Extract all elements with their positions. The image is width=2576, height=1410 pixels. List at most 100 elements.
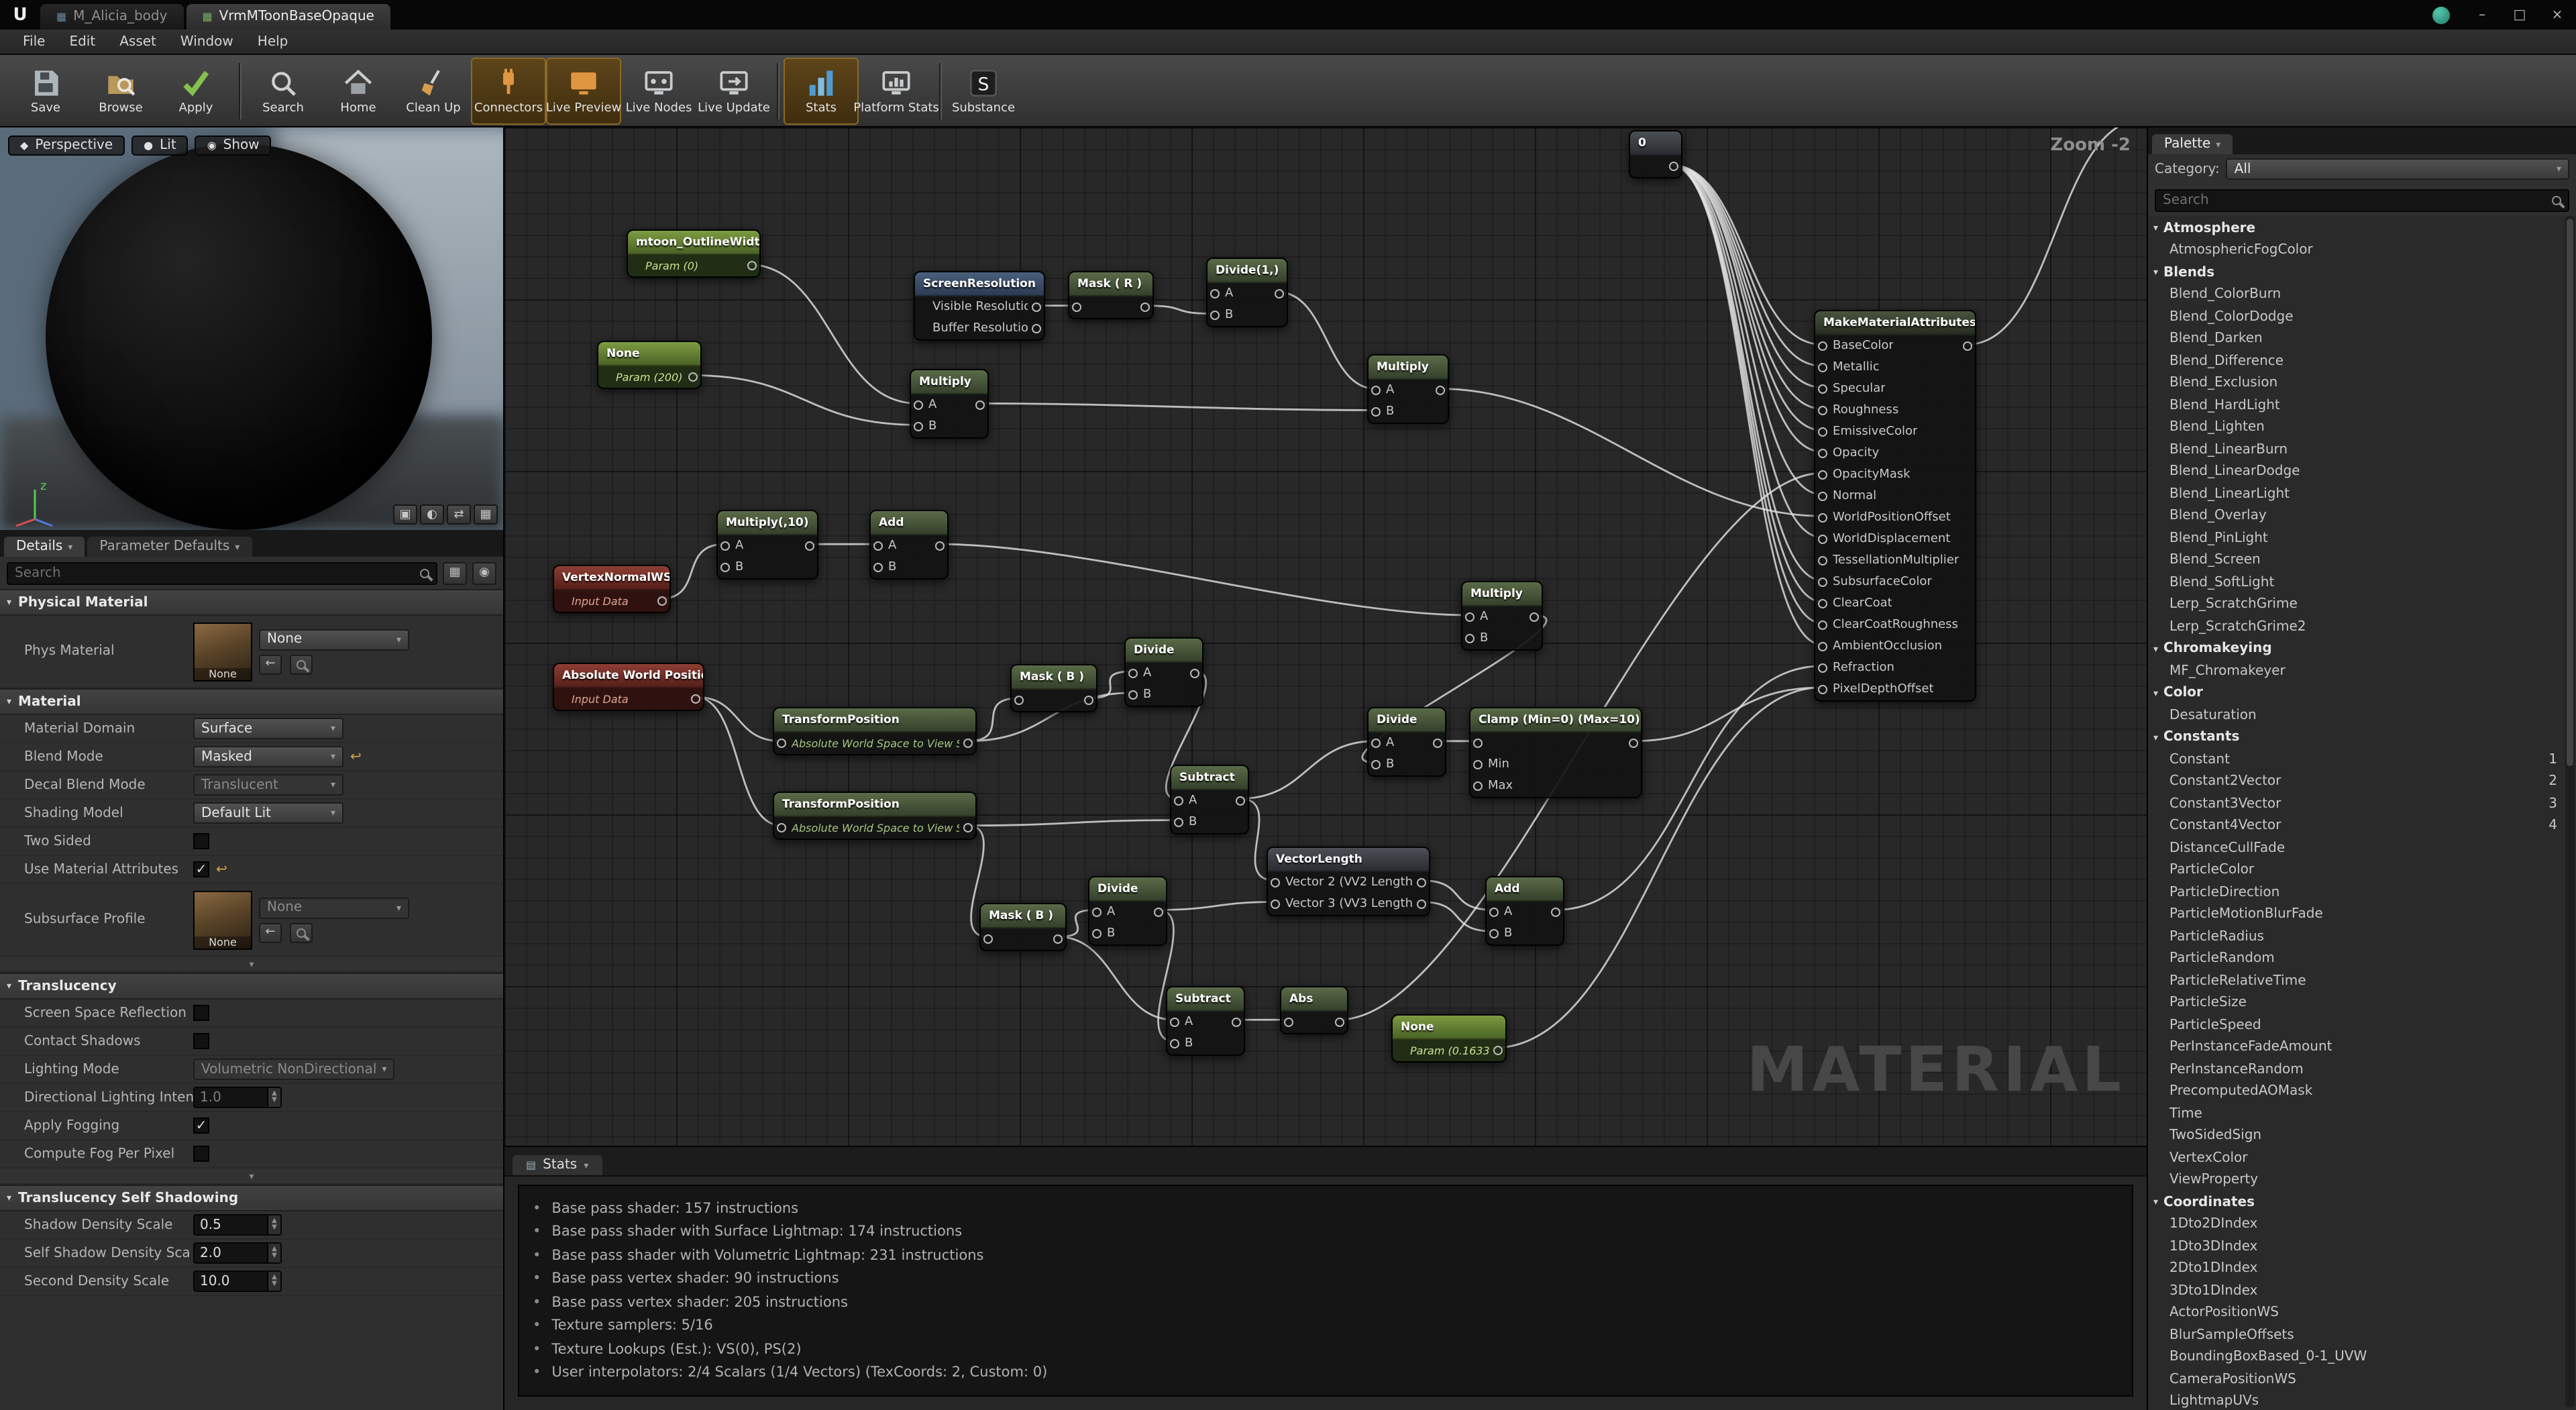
node-mask-b[interactable]: Mask ( B ) (1010, 664, 1097, 712)
graph-wire[interactable] (1279, 292, 1375, 389)
input-pin[interactable] (1174, 818, 1183, 827)
palette-item-viewproperty[interactable]: ViewProperty (2148, 1169, 2576, 1191)
input-pin[interactable] (983, 934, 993, 944)
palette-item-1dto3dindex[interactable]: 1Dto3DIndex (2148, 1236, 2576, 1258)
graph-wire[interactable] (1670, 165, 1822, 580)
toolbar-live-nodes-button[interactable]: Live Nodes (621, 57, 696, 124)
input-pin[interactable] (1818, 384, 1827, 394)
input-pin[interactable] (1818, 449, 1827, 458)
input-pin[interactable] (1489, 908, 1499, 917)
palette-item-lerp-scratchgrime2[interactable]: Lerp_ScratchGrime2 (2148, 616, 2576, 638)
input-pin[interactable] (1210, 311, 1220, 320)
node-transformposition[interactable]: TransformPositionAbsolute World Space to… (773, 792, 977, 840)
output-pin[interactable] (1232, 1018, 1241, 1027)
palette-item-blend-lineardodge[interactable]: Blend_LinearDodge (2148, 461, 2576, 483)
palette-item-boundingboxbased-0-1-uvw[interactable]: BoundingBoxBased_0-1_UVW (2148, 1346, 2576, 1368)
graph-wire[interactable] (746, 264, 918, 404)
output-pin[interactable] (1154, 908, 1163, 917)
palette-category-constants[interactable]: ▾Constants (2148, 726, 2576, 749)
node-multiply-10[interactable]: Multiply(,10)AB (716, 510, 818, 580)
palette-category-color[interactable]: ▾Color (2148, 682, 2576, 704)
palette-item-blend-lighten[interactable]: Blend_Lighten (2148, 417, 2576, 439)
graph-wire[interactable] (692, 376, 918, 425)
toolbar-stats-button[interactable]: Stats (784, 57, 859, 124)
toolbar-home-button[interactable]: Home (321, 57, 396, 124)
spin-down-icon[interactable]: ▼ (272, 1281, 277, 1288)
palette-item-twosidedsign[interactable]: TwoSidedSign (2148, 1125, 2576, 1147)
node-divide-1[interactable]: Divide(1,)AB (1206, 258, 1288, 327)
input-pin[interactable] (1092, 929, 1102, 938)
spinner-arrows[interactable]: ▲▼ (267, 1215, 280, 1234)
node-subtract[interactable]: SubtractAB (1170, 765, 1249, 834)
graph-wire[interactable] (1158, 902, 1275, 910)
use-selected-icon[interactable]: ← (259, 654, 282, 674)
node-mask-b[interactable]: Mask ( B ) (979, 903, 1067, 951)
input-pin[interactable] (1210, 289, 1220, 299)
input-pin[interactable] (1818, 470, 1827, 480)
graph-wire[interactable] (1670, 165, 1822, 602)
input-pin[interactable] (914, 422, 923, 431)
palette-item-3dto1dindex[interactable]: 3Dto1DIndex (2148, 1280, 2576, 1302)
input-pin[interactable] (1473, 760, 1483, 769)
dropdown-decal-blend-mode[interactable]: Translucent▾ (193, 774, 343, 796)
output-pin[interactable] (657, 596, 667, 606)
palette-item-actorpositionws[interactable]: ActorPositionWS (2148, 1302, 2576, 1324)
checkbox-two-sided[interactable] (193, 833, 209, 849)
palette-item-mf-chromakeyer[interactable]: MF_Chromakeyer (2148, 660, 2576, 682)
graph-wire[interactable] (1057, 936, 1174, 1020)
loop-icon[interactable]: ⇄ (447, 504, 471, 525)
output-pin[interactable] (1275, 289, 1284, 299)
checkbox-apply-fogging[interactable]: ✓ (193, 1118, 209, 1134)
graph-wire[interactable] (1670, 165, 1822, 623)
palette-item-blend-pinlight[interactable]: Blend_PinLight (2148, 527, 2576, 549)
input-pin[interactable] (1371, 739, 1381, 748)
input-pin[interactable] (720, 541, 730, 551)
category-dropdown[interactable]: All ▾ (2226, 158, 2569, 180)
menu-item-asset[interactable]: Asset (107, 32, 168, 52)
browse-asset-icon[interactable] (290, 654, 313, 674)
details-search-input[interactable]: Search (7, 561, 437, 584)
output-pin[interactable] (805, 541, 814, 551)
graph-wire[interactable] (1670, 165, 1822, 345)
input-pin[interactable] (1818, 642, 1827, 651)
output-pin[interactable] (1493, 1046, 1503, 1055)
input-pin[interactable] (1465, 634, 1474, 643)
output-pin[interactable] (1053, 934, 1063, 944)
node-mask-r[interactable]: Mask ( R ) (1068, 271, 1154, 319)
viewport-perspective-button[interactable]: ◆Perspective (8, 135, 125, 156)
input-pin[interactable] (1818, 556, 1827, 565)
node-screenresolution[interactable]: ScreenResolutionVisible ResolutionBuffer… (914, 271, 1045, 341)
output-pin[interactable] (1529, 612, 1539, 622)
node-vertexnormalws[interactable]: VertexNormalWSInput Data (553, 565, 671, 613)
view-options-icon[interactable]: ◉ (472, 561, 496, 584)
minimize-button[interactable]: – (2463, 0, 2501, 30)
dropdown-blend-mode[interactable]: Masked▾ (193, 746, 343, 767)
toolbar-search-button[interactable]: Search (246, 57, 321, 124)
palette-item-precomputedaomask[interactable]: PrecomputedAOMask (2148, 1081, 2576, 1103)
output-pin[interactable] (1436, 386, 1445, 395)
node-subtract[interactable]: SubtractAB (1166, 986, 1245, 1056)
asset-thumbnail[interactable]: None (193, 622, 252, 681)
node-vectorlength[interactable]: VectorLengthVector 2 (V2)V2 LengthVector… (1267, 847, 1430, 916)
palette-item-particledirection[interactable]: ParticleDirection (2148, 881, 2576, 904)
output-pin[interactable] (688, 372, 698, 382)
reset-to-default-icon[interactable]: ↩ (216, 862, 227, 877)
input-pin[interactable] (1489, 929, 1499, 938)
output-pin[interactable] (1629, 739, 1638, 748)
viewport-show-button[interactable]: ◉Show (195, 135, 272, 156)
output-pin[interactable] (975, 400, 985, 410)
graph-wire[interactable] (695, 697, 781, 826)
graph-wire[interactable] (1144, 306, 1214, 314)
palette-item-blend-exclusion[interactable]: Blend_Exclusion (2148, 372, 2576, 394)
node-multiply[interactable]: MultiplyAB (1367, 354, 1449, 424)
advanced-expander[interactable]: ▾ (0, 1169, 503, 1185)
spinner-arrows[interactable]: ▲▼ (267, 1088, 280, 1107)
node-add[interactable]: AddAB (869, 510, 949, 580)
input-pin[interactable] (1818, 427, 1827, 437)
output-pin[interactable] (1417, 900, 1426, 909)
input-pin[interactable] (1371, 386, 1381, 395)
dropdown-subsurface-profile[interactable]: None▾ (259, 897, 409, 918)
input-pin[interactable] (1818, 406, 1827, 415)
graph-wire[interactable] (1670, 165, 1822, 537)
grid-icon[interactable]: ▦ (474, 504, 498, 525)
